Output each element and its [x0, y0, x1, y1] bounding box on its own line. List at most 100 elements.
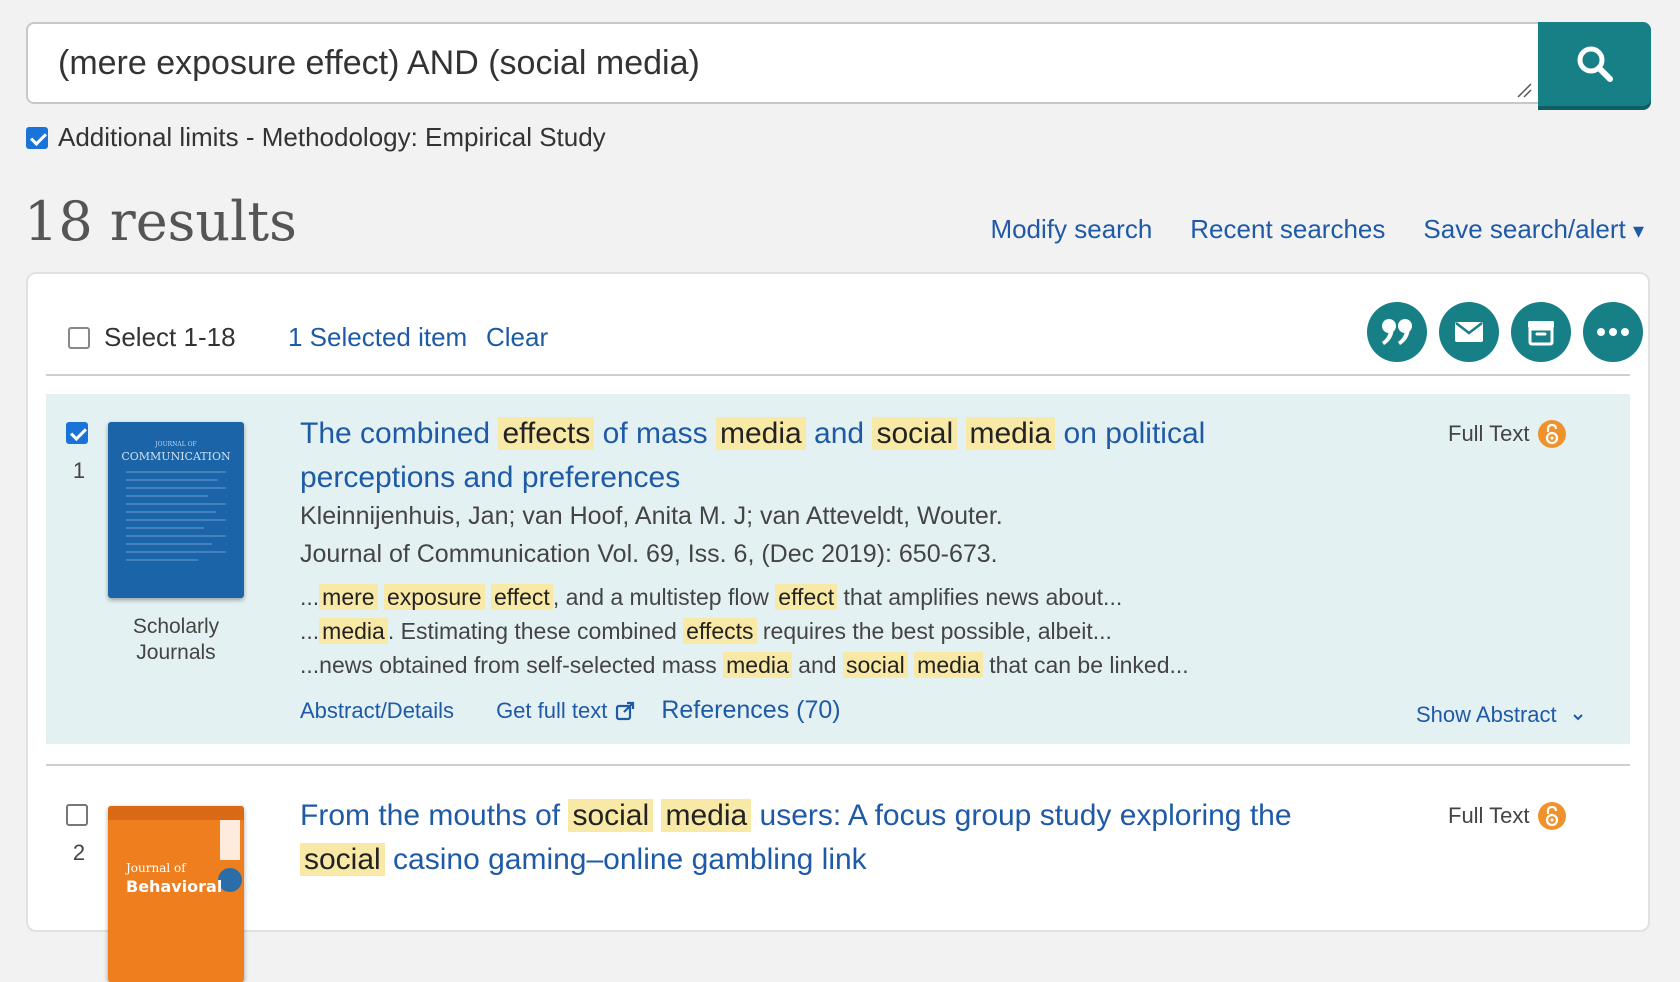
source-type-line2: Journals — [136, 641, 216, 664]
references-link[interactable]: References (70) — [661, 696, 840, 725]
text-segment: ...news obtained from self-selected mass — [300, 652, 724, 678]
cite-icon — [1382, 319, 1412, 345]
highlighted-term: media — [716, 417, 806, 450]
highlighted-term: social — [872, 417, 958, 450]
bulk-action-icons — [1367, 302, 1643, 362]
highlighted-term: exposure — [383, 584, 485, 610]
text-segment: casino gaming–online gambling link — [384, 843, 867, 876]
open-access-icon — [1537, 420, 1566, 448]
results-panel: Select 1-18 1 Selected item Clear 1 JOUR… — [26, 272, 1650, 982]
more-icon — [1597, 328, 1629, 336]
select-all-checkbox[interactable] — [68, 326, 90, 349]
results-count: 18 results — [24, 190, 297, 253]
search-button[interactable] — [1538, 22, 1651, 106]
result-links: Abstract/Details Get full text Reference… — [300, 696, 841, 725]
search-input[interactable]: (mere exposure effect) AND (social media… — [26, 22, 1538, 104]
journal-cover-thumbnail[interactable]: Journal of Behavioral — [108, 806, 244, 982]
select-all-label: Select 1-18 — [104, 322, 236, 352]
result-checkbox[interactable] — [66, 804, 88, 826]
cite-button[interactable] — [1367, 302, 1427, 362]
text-segment: , and a multistep flow — [552, 584, 776, 610]
email-button[interactable] — [1439, 302, 1499, 362]
cover-title-line2: COMMUNICATION — [121, 450, 231, 463]
highlighted-term: media — [914, 652, 983, 678]
result-item-2: 2 Journal of Behavioral From the mouths … — [46, 784, 1630, 982]
cover-art: JOURNAL OF COMMUNICATION — [121, 441, 231, 561]
get-full-text-label: Get full text — [496, 697, 608, 723]
highlighted-term: effect — [775, 584, 838, 610]
text-segment: of mass — [594, 417, 716, 450]
journal-name-link[interactable]: Journal of Communication — [300, 540, 590, 568]
cover-title-line2: Behavioral — [126, 877, 222, 896]
text-segment: that amplifies news about... — [837, 584, 1123, 610]
chevron-down-icon: ▾ — [1632, 218, 1644, 243]
text-segment — [957, 417, 965, 450]
result-title-link[interactable]: From the mouths of social media users: A… — [300, 794, 1360, 882]
text-segment: From the mouths of — [300, 799, 569, 832]
highlighted-term: media — [319, 618, 388, 644]
highlighted-term: mere — [319, 584, 378, 610]
snippet-line: ... mere exposure effect, and a multistep… — [300, 580, 1189, 614]
select-all[interactable]: Select 1-18 — [68, 322, 236, 353]
search-icon — [1577, 46, 1613, 82]
text-segment: and — [805, 417, 873, 450]
limits-checkbox[interactable] — [26, 126, 48, 149]
modify-search-link[interactable]: Modify search — [990, 214, 1152, 245]
text-segment: . Estimating these combined — [387, 618, 684, 644]
highlighted-term: effects — [683, 618, 757, 644]
highlighted-term: effect — [490, 584, 553, 610]
result-checkbox[interactable] — [66, 422, 88, 444]
save-search-alert-label: Save search/alert — [1423, 214, 1626, 244]
text-segment: ... — [300, 584, 320, 610]
show-abstract-label: Show Abstract — [1416, 702, 1557, 727]
journal-cover-thumbnail[interactable]: JOURNAL OF COMMUNICATION — [108, 422, 244, 598]
result-item-1: 1 JOURNAL OF COMMUNICATION Scholarly Jou… — [46, 394, 1630, 744]
result-number: 2 — [72, 840, 86, 865]
selected-items-link[interactable]: 1 Selected item — [288, 322, 467, 353]
show-abstract-toggle[interactable]: Show Abstract — [1416, 702, 1585, 728]
results-toolbar: Select 1-18 1 Selected item Clear — [68, 292, 1643, 372]
snippet-line: ...news obtained from self-selected mass… — [300, 648, 1189, 682]
save-button[interactable] — [1511, 302, 1571, 362]
highlighted-term: media — [965, 417, 1056, 450]
chevron-down-icon — [1573, 714, 1583, 721]
text-segment: requires the best possible, albeit... — [756, 618, 1112, 644]
highlighted-term: effects — [498, 417, 595, 450]
additional-limits: Additional limits - Methodology: Empiric… — [26, 122, 606, 153]
text-segment: ... — [300, 618, 320, 644]
text-segment: that can be linked... — [982, 652, 1189, 678]
text-segment — [378, 584, 384, 610]
highlighted-term: media — [661, 799, 752, 832]
save-search-alert-link[interactable]: Save search/alert ▾ — [1423, 214, 1644, 245]
clear-selection-link[interactable]: Clear — [486, 322, 548, 353]
text-segment: The combined — [300, 417, 499, 450]
save-folder-icon — [1528, 321, 1554, 346]
full-text-label: Full Text — [1448, 803, 1530, 828]
full-text-badge[interactable]: Full Text — [1448, 802, 1566, 830]
result-title-link[interactable]: The combined effects of mass media and s… — [300, 412, 1360, 500]
snippet-line: ... media. Estimating these combined effe… — [300, 614, 1189, 648]
text-segment: users: A focus group study exploring the — [751, 799, 1292, 832]
external-link-icon — [616, 701, 635, 720]
more-actions-button[interactable] — [1583, 302, 1643, 362]
result-authors: Kleinnijenhuis, Jan; van Hoof, Anita M. … — [300, 502, 1003, 530]
result-journal: Journal of Communication Vol. 69, Iss. 6… — [300, 540, 998, 569]
email-icon — [1455, 322, 1483, 342]
cover-art: Journal of Behavioral — [108, 806, 244, 896]
highlighted-term: social — [842, 652, 908, 678]
cover-title-line1: JOURNAL OF — [154, 441, 196, 448]
limits-label: Additional limits - Methodology: Empiric… — [58, 122, 606, 152]
get-full-text-link[interactable]: Get full text — [496, 698, 635, 724]
source-type-line1: Scholarly — [132, 615, 220, 638]
results-actions: Modify search Recent searches Save searc… — [990, 214, 1644, 245]
resize-grip-icon[interactable] — [1516, 82, 1532, 98]
search-query-text[interactable]: (mere exposure effect) AND (social media… — [58, 44, 700, 83]
text-segment: and — [791, 652, 843, 678]
abstract-details-link[interactable]: Abstract/Details — [300, 698, 454, 724]
cover-title-line1: Journal of — [124, 861, 187, 875]
full-text-badge[interactable]: Full Text — [1448, 420, 1566, 448]
full-text-label: Full Text — [1448, 421, 1530, 446]
recent-searches-link[interactable]: Recent searches — [1190, 214, 1385, 245]
highlighted-term: social — [568, 799, 654, 832]
source-type: Scholarly Journals — [98, 614, 254, 666]
